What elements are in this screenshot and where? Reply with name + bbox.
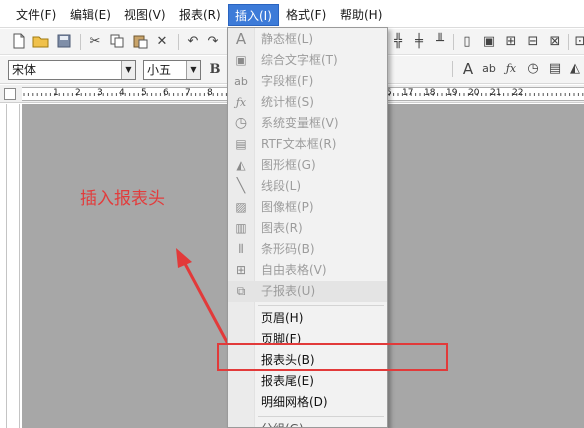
barcode-icon: ⦀ — [238, 242, 244, 256]
toolbar-separator — [80, 34, 81, 50]
menu-item-group-partial[interactable]: 分组(G) — [228, 419, 387, 427]
image-icon: ▨ — [235, 200, 247, 214]
paste-icon[interactable] — [131, 33, 149, 51]
fx-icon: ƒx — [235, 96, 247, 109]
ruler-number: 17 — [402, 88, 414, 98]
ruler-corner — [4, 88, 16, 100]
ruler-number: 6 — [163, 88, 169, 98]
menu-item-static-box[interactable]: A 静态框(L) — [228, 29, 387, 50]
rtf-icon[interactable]: ▤ — [546, 60, 564, 78]
new-file-icon[interactable] — [10, 33, 28, 51]
rtf-icon: ▤ — [235, 137, 247, 151]
same-width-icon[interactable]: ⊟ — [524, 33, 542, 51]
ruler-number: 7 — [185, 88, 191, 98]
menu-item-detail-grid[interactable]: 明细网格(D) — [228, 392, 387, 413]
menu-item-report-footer[interactable]: 报表尾(E) — [228, 371, 387, 392]
menu-bar: 文件(F) 编辑(E) 视图(V) 报表(R) 插入(I) 格式(F) 帮助(H… — [0, 0, 584, 28]
menu-item-composite-text[interactable]: ▣ 综合文字框(T) — [228, 50, 387, 71]
frame-icon[interactable]: ▣ — [480, 33, 498, 51]
vertical-ruler — [6, 104, 20, 428]
annotation-text: 插入报表头 — [80, 189, 165, 209]
ruler-number: 1 — [53, 88, 59, 98]
ruler-number: 22 — [512, 88, 524, 98]
clock-icon: ◷ — [234, 115, 248, 131]
toolbar-separator — [453, 34, 454, 50]
composite-text-icon: ▣ — [235, 53, 247, 67]
line-icon: ╲ — [236, 178, 246, 194]
cut-icon[interactable]: ✂ — [86, 33, 104, 51]
toolbar-separator — [568, 34, 569, 50]
menu-separator — [258, 305, 384, 306]
bold-button[interactable]: B — [206, 61, 224, 79]
menu-help[interactable]: 帮助(H) — [334, 4, 388, 26]
ruler-number: 2 — [75, 88, 81, 98]
menu-item-subreport[interactable]: ⧉ 子报表(U) — [228, 281, 387, 302]
redo-icon[interactable]: ↷ — [204, 33, 222, 51]
ruler-number: 3 — [97, 88, 103, 98]
same-height-icon[interactable]: ⊠ — [546, 33, 564, 51]
shape-icon: ◭ — [236, 158, 246, 172]
align-bottom-icon[interactable]: ╨ — [431, 33, 449, 51]
open-folder-icon[interactable] — [32, 33, 50, 51]
shape-icon[interactable]: ◭ — [566, 60, 584, 78]
menu-item-rtf-text[interactable]: ▤ RTF文本框(R) — [228, 134, 387, 155]
save-icon[interactable] — [55, 33, 73, 51]
field-ab-icon: ab — [234, 75, 248, 88]
menu-view[interactable]: 视图(V) — [118, 4, 172, 26]
fx-icon[interactable]: ƒx — [502, 60, 520, 78]
align-center-icon[interactable]: ╬ — [389, 33, 407, 51]
menu-item-statistics-box[interactable]: ƒx 统计框(S) — [228, 92, 387, 113]
menu-item-image-box[interactable]: ▨ 图像框(P) — [228, 197, 387, 218]
align-horizontal-icon[interactable]: ╪ — [410, 33, 428, 51]
ruler-number: 4 — [119, 88, 125, 98]
ruler-number: 19 — [446, 88, 458, 98]
clock-icon[interactable]: ◷ — [524, 60, 542, 78]
table-icon: ⊞ — [235, 263, 247, 277]
delete-icon[interactable]: ✕ — [153, 33, 171, 51]
toolbar-separator — [178, 34, 179, 50]
menu-edit[interactable]: 编辑(E) — [64, 4, 117, 26]
font-name-select[interactable]: 宋体 ▼ — [8, 60, 136, 80]
more-icon[interactable]: ⊡ — [571, 33, 584, 51]
chevron-down-icon[interactable]: ▼ — [121, 61, 135, 79]
menu-item-shape-box[interactable]: ◭ 图形框(G) — [228, 155, 387, 176]
page-icon[interactable]: ▯ — [458, 33, 476, 51]
ruler-number: 18 — [424, 88, 436, 98]
field-text-icon[interactable]: ab — [480, 60, 498, 78]
letter-a-icon: A — [235, 30, 247, 48]
menu-file[interactable]: 文件(F) — [10, 4, 62, 26]
toolbar-separator — [452, 61, 453, 77]
subreport-icon: ⧉ — [236, 284, 246, 298]
undo-icon[interactable]: ↶ — [184, 33, 202, 51]
ruler-number: 20 — [468, 88, 480, 98]
menu-insert[interactable]: 插入(I) — [228, 4, 279, 26]
menu-item-page-header[interactable]: 页眉(H) — [228, 308, 387, 329]
ruler-number: 8 — [207, 88, 213, 98]
menu-item-line[interactable]: ╲ 线段(L) — [228, 176, 387, 197]
font-size-select[interactable]: 小五 ▼ — [143, 60, 201, 80]
static-text-icon[interactable]: A — [459, 60, 477, 78]
chevron-down-icon[interactable]: ▼ — [186, 61, 200, 79]
highlight-box — [217, 343, 448, 371]
grid-icon[interactable]: ⊞ — [502, 33, 520, 51]
ruler-number: 5 — [141, 88, 147, 98]
menu-item-barcode[interactable]: ⦀ 条形码(B) — [228, 239, 387, 260]
ruler-number: 21 — [490, 88, 502, 98]
menu-item-system-variable[interactable]: ◷ 系统变量框(V) — [228, 113, 387, 134]
menu-report[interactable]: 报表(R) — [173, 4, 227, 26]
menu-item-free-table[interactable]: ⊞ 自由表格(V) — [228, 260, 387, 281]
menu-format[interactable]: 格式(F) — [280, 4, 332, 26]
font-size-value: 小五 — [147, 63, 172, 77]
menu-separator — [258, 416, 384, 417]
font-name-value: 宋体 — [12, 63, 37, 77]
menu-item-chart[interactable]: ▥ 图表(R) — [228, 218, 387, 239]
copy-icon[interactable] — [108, 33, 126, 51]
chart-icon: ▥ — [235, 221, 247, 235]
menu-item-field-box[interactable]: ab 字段框(F) — [228, 71, 387, 92]
